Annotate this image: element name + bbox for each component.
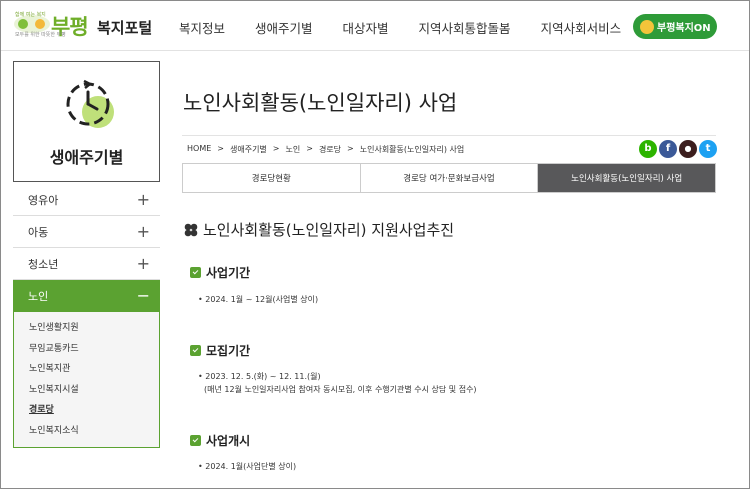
breadcrumb-current: 노인사회활동(노인일자리) 사업 — [359, 145, 465, 154]
block-text-recruit: • 2023. 12. 5.(화) ~ 12. 11.(월) (매년 12월 노… — [198, 370, 477, 396]
sub-tabs: 경로당현황 경로당 여가·문화보급사업 노인사회활동(노인일자리) 사업 — [182, 163, 716, 193]
nav-life-cycle[interactable]: 생애주기별 — [255, 18, 313, 37]
breadcrumb-life-cycle[interactable]: 생애주기별 — [230, 144, 267, 155]
check-icon — [190, 435, 201, 446]
block-head-label: 사업개시 — [206, 434, 251, 448]
block-head-start: 사업개시 — [190, 432, 250, 449]
sidebar-submenu: 노인생활지원 무임교통카드 노인복지관 노인복지시설 경로당 노인복지소식 — [13, 312, 160, 448]
breadcrumb-gyeongrodang[interactable]: 경로당 — [319, 144, 341, 155]
global-nav: 복지정보 생애주기별 대상자별 지역사회통합돌봄 지역사회서비스 — [179, 18, 651, 37]
sidebar-item-youth[interactable]: 청소년 + — [13, 248, 160, 280]
block-head-recruit: 모집기간 — [190, 342, 250, 359]
block-head-period: 사업기간 — [190, 264, 250, 281]
check-icon — [190, 345, 201, 356]
sun-icon — [640, 19, 654, 34]
cta-label: 부평복지ON — [657, 23, 711, 34]
minus-icon: − — [136, 286, 150, 305]
check-icon — [190, 267, 201, 278]
sidebar-item-label: 아동 — [28, 225, 49, 239]
block-line: • 2024. 1월(사업단별 상이) — [198, 462, 297, 471]
sidebar-item-infant[interactable]: 영유아 + — [13, 184, 160, 216]
block-text-start: • 2024. 1월(사업단별 상이) — [198, 460, 296, 473]
breadcrumb-home[interactable]: HOME — [187, 144, 211, 155]
logo-bottom-text: 모두를 위한 따뜻한 부평 — [15, 32, 66, 38]
block-head-label: 사업기간 — [206, 266, 251, 280]
tab-senior-jobs[interactable]: 노인사회활동(노인일자리) 사업 — [538, 164, 716, 192]
sidebar-item-label: 영유아 — [28, 193, 59, 207]
clover-icon — [184, 223, 198, 236]
twitter-icon[interactable]: t — [699, 140, 717, 158]
submenu-item-senior-center[interactable]: 노인복지관 — [29, 361, 159, 382]
submenu-item-free-transit-card[interactable]: 무임교통카드 — [29, 341, 159, 362]
logo-top-text: 함께 여는 복지 — [15, 12, 46, 18]
bupyeong-welfare-on-button[interactable]: 부평복지ON — [633, 14, 717, 39]
section-title: 노인사회활동(노인일자리) 지원사업추진 — [183, 219, 454, 240]
nav-target-group[interactable]: 대상자별 — [343, 18, 389, 37]
block-line: • 2023. 12. 5.(화) ~ 12. 11.(월) — [198, 372, 321, 381]
sidebar-nav: 영유아 + 아동 + 청소년 + 노인 − 노인생활지원 무임교통카드 노인복지… — [13, 184, 160, 448]
breadcrumb-senior[interactable]: 노인 — [286, 144, 301, 155]
block-head-label: 모집기간 — [206, 344, 251, 358]
plus-icon: + — [136, 254, 150, 273]
sidebar-title: 생애주기별 — [49, 148, 124, 167]
sidebar-item-label: 청소년 — [28, 257, 59, 271]
submenu-item-senior-facility[interactable]: 노인복지시설 — [29, 382, 159, 403]
breadcrumb-separator: > — [306, 144, 313, 153]
site-logo[interactable]: 함께 여는 복지 부평 모두를 위한 따뜻한 부평 복지포털 — [11, 9, 156, 43]
kakao-icon[interactable]: ● — [679, 140, 697, 158]
submenu-item-gyeongrodang[interactable]: 경로당 — [29, 402, 159, 423]
sidebar-item-child[interactable]: 아동 + — [13, 216, 160, 248]
facebook-icon[interactable]: f — [659, 140, 677, 158]
tab-gyeongrodang-status[interactable]: 경로당현황 — [183, 164, 361, 192]
page-frame: 함께 여는 복지 부평 모두를 위한 따뜻한 부평 복지포털 복지정보 생애주기… — [0, 0, 750, 489]
breadcrumb-separator: > — [217, 144, 224, 153]
submenu-item-senior-living[interactable]: 노인생활지원 — [29, 320, 159, 341]
section-title-text: 노인사회활동(노인일자리) 지원사업추진 — [203, 221, 455, 239]
tab-leisure-culture[interactable]: 경로당 여가·문화보급사업 — [360, 164, 539, 192]
share-buttons: b f ● t — [637, 140, 717, 158]
life-cycle-icon — [60, 76, 120, 136]
blog-icon[interactable]: b — [639, 140, 657, 158]
block-line: (매년 12월 노인일자리사업 참여자 동시모집, 이후 수행기관별 수시 상담… — [204, 385, 477, 394]
plus-icon: + — [136, 190, 150, 209]
breadcrumb: HOME > 생애주기별 > 노인 > 경로당 > 노인사회활동(노인일자리) … — [187, 144, 470, 155]
sidebar-item-label: 노인 — [28, 289, 49, 303]
plus-icon: + — [136, 222, 150, 241]
block-text-period: • 2024. 1월 ~ 12월(사업별 상이) — [198, 293, 318, 306]
nav-community-service[interactable]: 지역사회서비스 — [541, 18, 622, 37]
submenu-item-senior-news[interactable]: 노인복지소식 — [29, 423, 159, 444]
breadcrumb-divider — [182, 135, 716, 136]
logo-name: 복지포털 — [97, 19, 153, 37]
nav-integrated-care[interactable]: 지역사회통합돌봄 — [419, 18, 511, 37]
page-title: 노인사회활동(노인일자리) 사업 — [183, 91, 458, 115]
breadcrumb-separator: > — [347, 144, 354, 153]
breadcrumb-separator: > — [272, 144, 280, 153]
sidebar-title-box: 생애주기별 — [13, 61, 160, 182]
block-line: • 2024. 1월 ~ 12월(사업별 상이) — [198, 295, 319, 304]
site-header: 함께 여는 복지 부평 모두를 위한 따뜻한 부평 복지포털 복지정보 생애주기… — [1, 1, 749, 51]
sidebar-item-senior[interactable]: 노인 − — [13, 280, 160, 312]
nav-welfare-info[interactable]: 복지정보 — [179, 18, 225, 37]
